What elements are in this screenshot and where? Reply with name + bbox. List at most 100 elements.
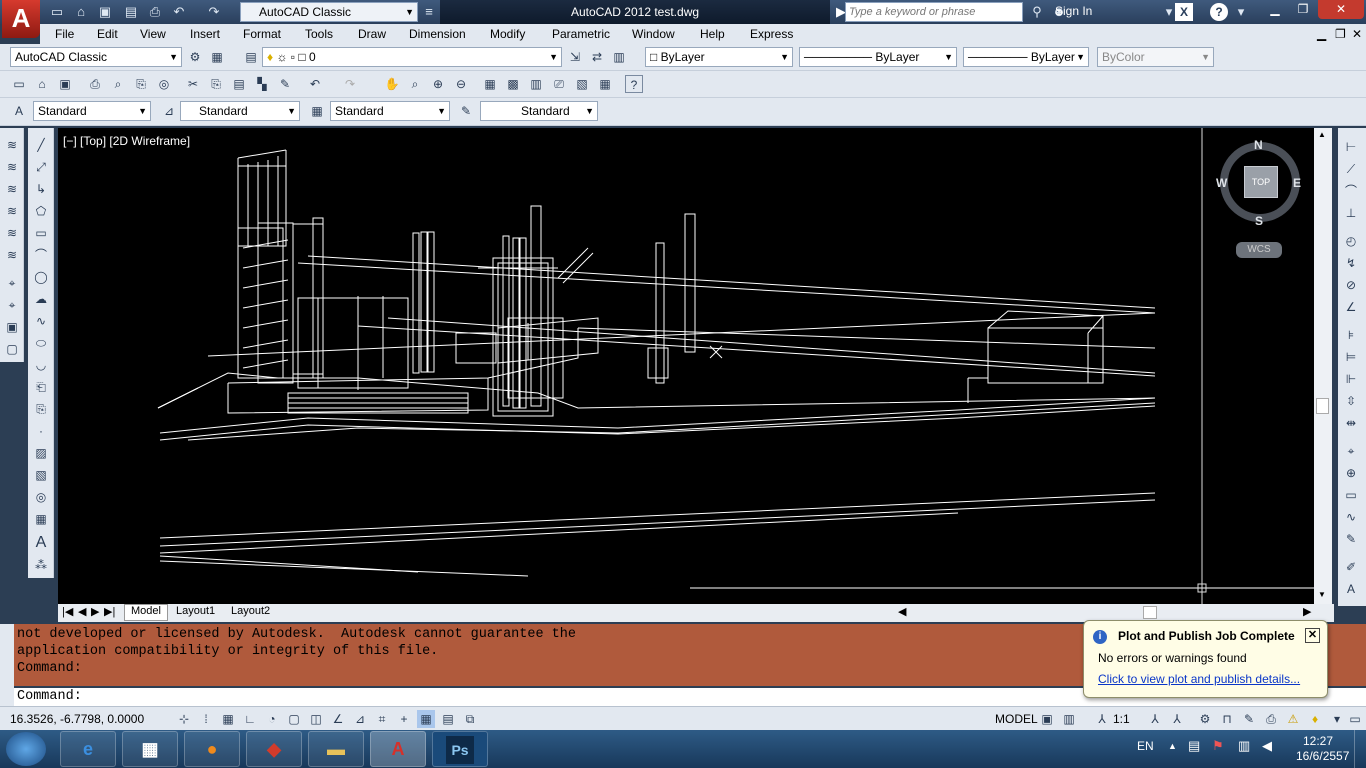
ordinate-dim-icon[interactable]: ⊥ <box>1342 204 1360 222</box>
copy-icon[interactable]: ⎘ <box>207 75 225 93</box>
dim-break-icon[interactable]: ⇹ <box>1342 414 1360 432</box>
workspace-settings-icon[interactable]: ⚙ <box>186 48 204 66</box>
layer-state-icon[interactable]: ▥ <box>610 48 628 66</box>
drawing-area[interactable]: [−] [Top] [2D Wireframe] TOP N S E W WCS <box>58 128 1314 604</box>
dim-edit-icon[interactable]: ✎ <box>1342 530 1360 548</box>
pan-icon[interactable]: ✋ <box>383 75 401 93</box>
binoculars-icon[interactable]: ⚲ <box>1028 3 1046 20</box>
help-toolbar-icon[interactable]: ? <box>625 75 643 93</box>
menu-parametric[interactable]: Parametric <box>552 27 610 41</box>
3d-dwf-icon[interactable]: ◎ <box>155 75 173 93</box>
doc-restore-icon[interactable]: ❐ <box>1335 27 1346 41</box>
layer-tool-7-icon[interactable]: ⌖ <box>3 274 21 292</box>
linetype-combo[interactable]: ──────── ByLayer ▼ <box>799 47 957 67</box>
dim-style-combo[interactable]: Standard ▼ <box>180 101 300 121</box>
plot-tray-icon[interactable]: ⎙ <box>1262 710 1280 728</box>
layer-previous-icon[interactable]: ⇄ <box>588 48 606 66</box>
workspace-lock-icon[interactable]: ▦ <box>208 48 226 66</box>
zoom-realtime-icon[interactable]: ⌕ <box>406 75 424 93</box>
3d-osnap-icon[interactable]: ◫ <box>307 710 325 728</box>
quick-properties-icon[interactable]: ▤ <box>439 710 457 728</box>
arc-icon[interactable]: ⌒ <box>32 246 50 264</box>
polygon-icon[interactable]: ⬠ <box>32 202 50 220</box>
vertical-scrollbar[interactable]: ▲ ▼ <box>1314 128 1332 604</box>
continue-dim-icon[interactable]: ⊩ <box>1342 370 1360 388</box>
layer-tool-2-icon[interactable]: ≋ <box>3 158 21 176</box>
jogged-linear-icon[interactable]: ∿ <box>1342 508 1360 526</box>
sketchup-taskbar-icon[interactable]: ◆ <box>246 731 302 767</box>
search-input[interactable]: Type a keyword or phrase <box>845 2 1023 22</box>
redo-icon[interactable]: ↷ <box>205 3 223 20</box>
lineweight-toggle-icon[interactable]: + <box>395 710 413 728</box>
vscroll-thumb[interactable] <box>1316 398 1329 414</box>
plot-details-link[interactable]: Click to view plot and publish details..… <box>1098 672 1300 686</box>
lineweight-combo[interactable]: ─────── ByLayer ▼ <box>963 47 1089 67</box>
layer-tool-4-icon[interactable]: ≋ <box>3 202 21 220</box>
layer-tool-3-icon[interactable]: ≋ <box>3 180 21 198</box>
gradient-icon[interactable]: ▧ <box>32 466 50 484</box>
text-style-icon[interactable]: A <box>10 102 28 120</box>
tab-first-icon[interactable]: |◀ <box>62 605 73 618</box>
center-mark-icon[interactable]: ⊕ <box>1342 464 1360 482</box>
infer-constraints-icon[interactable]: ⊹ <box>175 710 193 728</box>
quick-dim-icon[interactable]: ⊧ <box>1342 326 1360 344</box>
diameter-dim-icon[interactable]: ⊘ <box>1342 276 1360 294</box>
menu-draw[interactable]: Draw <box>358 27 386 41</box>
restore-button[interactable]: ❐ <box>1290 0 1316 19</box>
layer-tool-6-icon[interactable]: ≋ <box>3 246 21 264</box>
open-file-icon[interactable]: ⌂ <box>33 75 51 93</box>
quickcalc-icon[interactable]: ▦ <box>596 75 614 93</box>
scroll-down-icon[interactable]: ▼ <box>1318 590 1326 599</box>
point-icon[interactable]: · <box>32 422 50 440</box>
paste-icon[interactable]: ▤ <box>230 75 248 93</box>
circle-icon[interactable]: ◯ <box>32 268 50 286</box>
show-desktop-button[interactable] <box>1354 730 1366 768</box>
open-icon[interactable]: ⌂ <box>72 3 90 20</box>
spline-icon[interactable]: ∿ <box>32 312 50 330</box>
rectangle-icon[interactable]: ▭ <box>32 224 50 242</box>
save-as-icon[interactable]: ▤ <box>122 3 140 20</box>
quick-view-drawings-icon[interactable]: ▥ <box>1060 710 1078 728</box>
quick-view-layouts-icon[interactable]: ▣ <box>1038 710 1056 728</box>
show-hidden-icons[interactable]: ▲ <box>1168 741 1177 751</box>
annotation-scale-value[interactable]: 1:1 <box>1113 712 1130 726</box>
baseline-dim-icon[interactable]: ⊨ <box>1342 348 1360 366</box>
make-block-icon[interactable]: ⎘ <box>32 400 50 418</box>
status-menu-icon[interactable]: ▾ <box>1328 710 1346 728</box>
aligned-dim-icon[interactable]: ⟋ <box>1342 160 1360 178</box>
selection-cycling-icon[interactable]: ⧉ <box>461 710 479 728</box>
plotstyle-combo[interactable]: ByColor ▼ <box>1097 47 1214 67</box>
menu-help[interactable]: Help <box>700 27 725 41</box>
scroll-up-icon[interactable]: ▲ <box>1318 130 1326 139</box>
zoom-previous-icon[interactable]: ⊖ <box>452 75 470 93</box>
otrack-icon[interactable]: ∠ <box>329 710 347 728</box>
menu-edit[interactable]: Edit <box>97 27 118 41</box>
coordinates-readout[interactable]: 16.3526, -6.7798, 0.0000 <box>10 712 144 726</box>
save-icon[interactable]: ▣ <box>96 3 114 20</box>
compass-east[interactable]: E <box>1293 176 1301 190</box>
save-file-icon[interactable]: ▣ <box>56 75 74 93</box>
clock-time[interactable]: 12:27 <box>1303 734 1333 748</box>
cut-icon[interactable]: ✂ <box>184 75 202 93</box>
help-dropdown-icon[interactable]: ▾ <box>1232 3 1250 20</box>
layer-lock-icon[interactable]: ▣ <box>3 318 21 336</box>
polar-tracking-icon[interactable]: ◔ <box>263 710 281 728</box>
dim-update-icon[interactable]: A <box>1342 580 1360 598</box>
photoshop-taskbar-icon[interactable]: Ps <box>432 731 488 767</box>
ortho-mode-icon[interactable]: ∟ <box>241 710 259 728</box>
menu-format[interactable]: Format <box>243 27 281 41</box>
block-editor-icon[interactable]: ✎ <box>276 75 294 93</box>
plot-preview-icon[interactable]: ⌕ <box>109 75 127 93</box>
hatch-icon[interactable]: ▨ <box>32 444 50 462</box>
tray-flag-icon[interactable]: ⚑ <box>1212 738 1224 754</box>
markup-icon[interactable]: ▧ <box>573 75 591 93</box>
layer-tool-1-icon[interactable]: ≋ <box>3 136 21 154</box>
annotation-visibility-icon[interactable]: ⅄ <box>1146 710 1164 728</box>
snap-mode-icon[interactable]: ⁞ <box>197 710 215 728</box>
workspace-switch-icon[interactable]: ⚙ <box>1196 710 1214 728</box>
wcs-menu[interactable]: WCS <box>1236 242 1282 258</box>
compass-north[interactable]: N <box>1254 138 1263 152</box>
compass-west[interactable]: W <box>1216 176 1227 190</box>
hardware-accel-icon[interactable]: ✎ <box>1240 710 1258 728</box>
menu-file[interactable]: File <box>55 27 74 41</box>
